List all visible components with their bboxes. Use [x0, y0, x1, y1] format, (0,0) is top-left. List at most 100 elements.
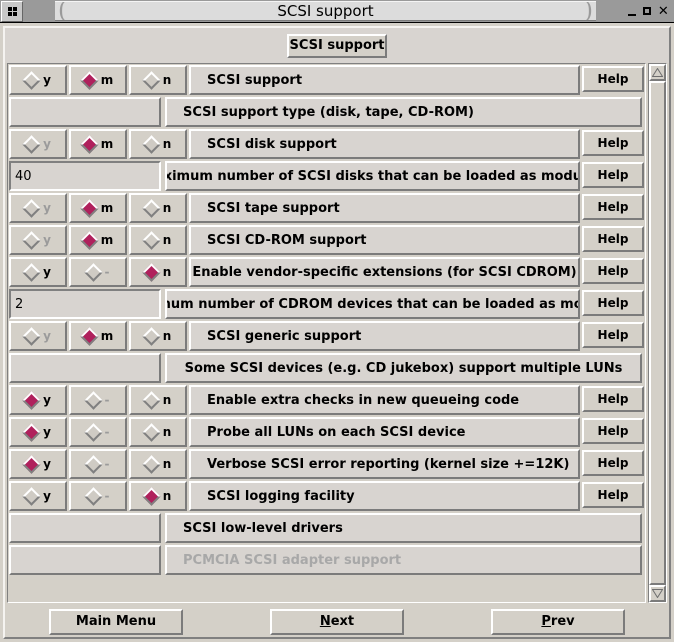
help-button[interactable]: Help [582, 258, 644, 284]
help-button[interactable]: Help [582, 194, 644, 220]
option-description: Probe all LUNs on each SCSI device [189, 417, 580, 447]
option-row: y m n SCSI CD-ROM support Help [8, 224, 645, 256]
radio-option-y[interactable]: y [9, 225, 67, 255]
radio-option-m[interactable]: - [69, 449, 127, 479]
radio-option-n[interactable]: n [129, 481, 187, 511]
radio-option-m[interactable]: - [69, 481, 127, 511]
radio-option-m[interactable]: - [69, 417, 127, 447]
radio-option-y[interactable]: y [9, 129, 67, 159]
radio-diamond-empty [22, 198, 41, 218]
page-title-button[interactable]: SCSI support [287, 33, 387, 58]
options-list: y m n SCSI support Help SCSI support type (di… [7, 63, 646, 603]
radio-option-y[interactable]: y [9, 385, 67, 415]
minimize-icon[interactable] [627, 5, 639, 18]
radio-option-label: y [43, 393, 51, 407]
title-paren-right-icon: ) [584, 1, 593, 21]
radio-option-y[interactable]: y [9, 193, 67, 223]
radio-option-y[interactable]: y [9, 321, 67, 351]
window-title-area: ( SCSI support ) [55, 1, 596, 21]
option-label: SCSI generic support [207, 328, 362, 344]
help-button[interactable]: Help [582, 162, 644, 188]
help-button[interactable]: Help [582, 226, 644, 252]
radio-option-n[interactable]: n [129, 65, 187, 95]
radio-option-n[interactable]: n [129, 129, 187, 159]
radio-diamond-empty [142, 390, 161, 410]
option-description: SCSI tape support [189, 193, 580, 223]
radio-option-m[interactable]: m [69, 193, 127, 223]
row-left-panel[interactable] [9, 513, 161, 543]
radio-option-m[interactable]: m [69, 129, 127, 159]
radio-option-label: n [162, 457, 172, 471]
radio-option-y[interactable]: y [9, 481, 67, 511]
radio-option-y[interactable]: y [9, 417, 67, 447]
prev-button[interactable]: Prev [491, 608, 625, 635]
radio-option-m[interactable]: - [69, 257, 127, 287]
options-list-wrapper: y m n SCSI support Help SCSI support type (di… [7, 63, 667, 603]
scroll-down-arrow[interactable] [649, 585, 666, 602]
option-label: SCSI support [207, 72, 303, 88]
option-row: SCSI low-level drivers [8, 512, 645, 544]
radio-option-n[interactable]: n [129, 193, 187, 223]
radio-option-m[interactable]: m [69, 225, 127, 255]
radio-option-m[interactable]: - [69, 385, 127, 415]
radio-diamond-empty [22, 262, 41, 282]
main-menu-button[interactable]: Main Menu [49, 608, 183, 635]
title-paren-left-icon: ( [58, 1, 67, 21]
radio-diamond-empty [142, 422, 161, 442]
radio-diamond-selected [80, 198, 99, 218]
option-description: Enable vendor-specific extensions (for S… [189, 257, 580, 287]
close-icon[interactable]: ✕ [657, 5, 669, 18]
help-button[interactable]: Help [582, 418, 644, 444]
radio-option-y[interactable]: y [9, 257, 67, 287]
next-button[interactable]: Next [270, 608, 404, 635]
numeric-input-value: 40 [15, 168, 32, 184]
radio-diamond-empty [142, 134, 161, 154]
option-description: Verbose SCSI error reporting (kernel siz… [189, 449, 580, 479]
submenu-button[interactable]: SCSI low-level drivers [165, 513, 642, 543]
help-button[interactable]: Help [582, 482, 644, 508]
numeric-input[interactable]: 40 [9, 161, 161, 191]
option-description: SCSI support [189, 65, 580, 95]
radio-option-m[interactable]: m [69, 65, 127, 95]
help-button[interactable]: Help [582, 322, 644, 348]
option-row: PCMCIA SCSI adapter support [8, 544, 645, 576]
vertical-scrollbar[interactable] [648, 63, 667, 603]
radio-diamond-empty [83, 422, 103, 442]
maximize-icon[interactable] [642, 5, 654, 18]
radio-option-m[interactable]: m [69, 321, 127, 351]
window-menu-icon[interactable] [1, 1, 23, 22]
radio-option-y[interactable]: y [9, 449, 67, 479]
option-description: Enable extra checks in new queueing code [189, 385, 580, 415]
radio-option-y[interactable]: y [9, 65, 67, 95]
radio-option-n[interactable]: n [129, 225, 187, 255]
option-row: y m n SCSI support Help [8, 64, 645, 96]
radio-option-n[interactable]: n [129, 385, 187, 415]
prev-label-rest: rev [550, 614, 575, 629]
help-button[interactable]: Help [582, 66, 644, 92]
option-description: SCSI disk support [189, 129, 580, 159]
option-label: Enable extra checks in new queueing code [207, 392, 520, 408]
radio-diamond-empty [142, 198, 161, 218]
scroll-thumb[interactable] [649, 81, 666, 585]
help-button[interactable]: Help [582, 386, 644, 412]
help-button[interactable]: Help [582, 290, 644, 316]
numeric-input[interactable]: 2 [9, 289, 161, 319]
radio-option-label: y [43, 73, 51, 87]
radio-diamond-empty [142, 454, 161, 474]
scroll-up-arrow[interactable] [649, 64, 666, 81]
option-description: SCSI CD-ROM support [189, 225, 580, 255]
radio-option-n[interactable]: n [129, 449, 187, 479]
radio-option-n[interactable]: n [129, 417, 187, 447]
option-label: SCSI support type (disk, tape, CD-ROM) [183, 104, 474, 120]
help-button[interactable]: Help [582, 130, 644, 156]
page-header: SCSI support [5, 28, 669, 63]
radio-diamond-selected [142, 486, 161, 506]
help-button[interactable]: Help [582, 450, 644, 476]
radio-option-label: y [43, 489, 51, 503]
radio-option-label: n [162, 233, 172, 247]
option-row: y - n Probe all LUNs on each SCSI device Hel… [8, 416, 645, 448]
radio-diamond-selected [80, 134, 99, 154]
radio-option-label: y [43, 201, 51, 215]
radio-option-n[interactable]: n [129, 321, 187, 351]
radio-option-n[interactable]: n [129, 257, 187, 287]
